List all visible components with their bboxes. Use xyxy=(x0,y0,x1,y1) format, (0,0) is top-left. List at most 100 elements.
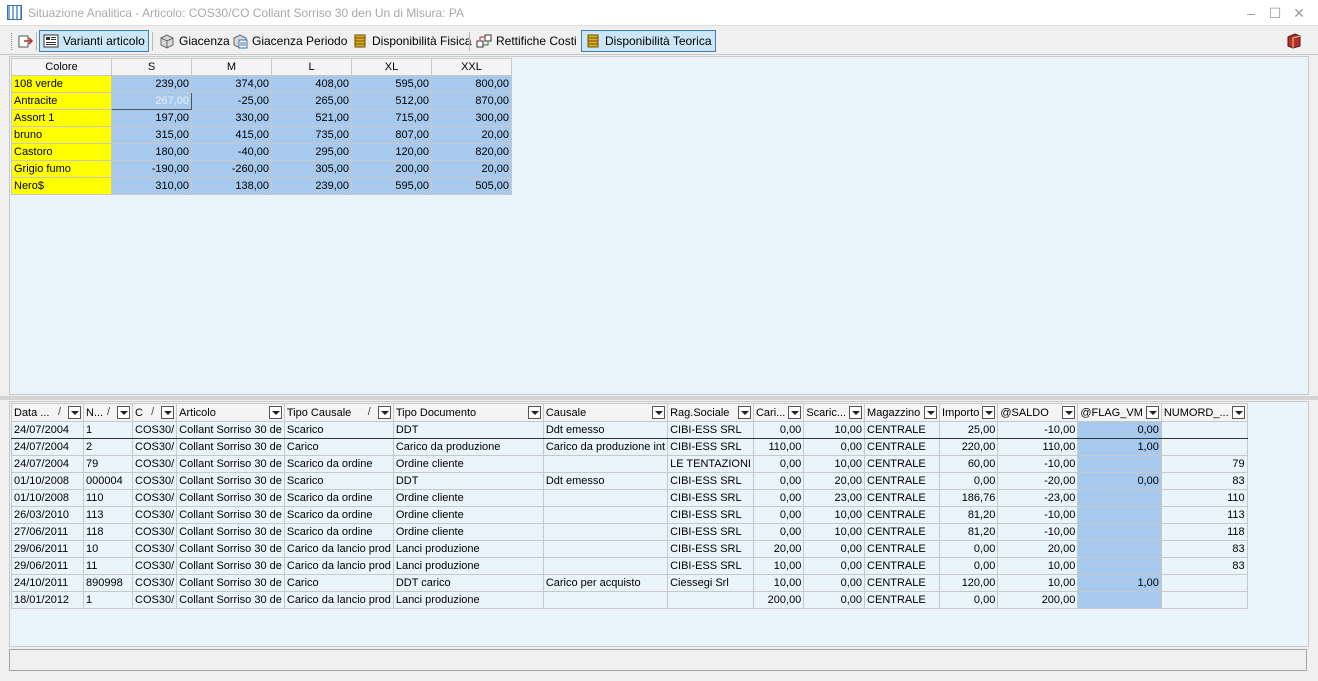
table-cell[interactable]: Collant Sorriso 30 de xyxy=(176,523,285,541)
pivot-value-cell[interactable]: 330,00 xyxy=(191,109,272,127)
table-cell[interactable]: Carico da produzione xyxy=(392,438,544,456)
filter-dropdown-icon[interactable] xyxy=(1231,406,1245,419)
table-cell[interactable] xyxy=(1077,523,1162,541)
table-cell[interactable]: CENTRALE xyxy=(864,574,941,592)
table-cell[interactable]: Scarico da ordine xyxy=(283,523,394,541)
pivot-header-m[interactable]: M xyxy=(191,58,272,76)
table-cell[interactable]: 11 xyxy=(83,557,133,575)
pivot-value-cell[interactable]: 239,00 xyxy=(271,177,352,195)
table-cell[interactable]: Lanci produzione xyxy=(392,591,544,609)
filter-dropdown-icon[interactable] xyxy=(652,406,666,419)
table-cell[interactable]: 0,00 xyxy=(752,455,805,473)
table-cell[interactable]: COS30/ xyxy=(131,557,178,575)
pivot-value-cell[interactable]: 715,00 xyxy=(351,109,432,127)
table-cell[interactable]: 118 xyxy=(1160,523,1248,541)
table-cell[interactable]: 10,00 xyxy=(803,455,866,473)
pivot-color-cell[interactable]: Nero$ xyxy=(11,177,112,195)
table-cell[interactable] xyxy=(542,455,669,473)
table-cell[interactable]: COS30/ xyxy=(131,523,178,541)
table-cell[interactable]: -10,00 xyxy=(997,523,1079,541)
table-cell[interactable]: Scarico da ordine xyxy=(283,489,394,507)
table-cell[interactable] xyxy=(1077,540,1162,558)
table-cell[interactable]: Ordine cliente xyxy=(392,489,544,507)
table-cell[interactable]: 1 xyxy=(83,591,133,609)
table-cell[interactable] xyxy=(542,540,669,558)
table-cell[interactable] xyxy=(542,489,669,507)
table-cell[interactable]: 10,00 xyxy=(752,557,805,575)
table-cell[interactable]: 10,00 xyxy=(803,506,866,524)
table-cell[interactable]: Lanci produzione xyxy=(392,540,544,558)
table-cell[interactable]: 0,00 xyxy=(1077,472,1162,490)
pivot-value-cell[interactable]: 415,00 xyxy=(191,126,272,144)
table-cell[interactable]: 113 xyxy=(1160,506,1248,524)
table-cell[interactable]: COS30/ xyxy=(131,438,178,456)
pivot-color-cell[interactable]: Grigio fumo xyxy=(11,160,112,178)
filter-dropdown-icon[interactable] xyxy=(268,406,282,419)
table-cell[interactable]: DDT xyxy=(392,472,544,490)
pivot-value-cell[interactable]: 870,00 xyxy=(431,92,512,110)
table-cell[interactable] xyxy=(1160,421,1248,439)
table-cell[interactable]: Ordine cliente xyxy=(392,455,544,473)
table-cell[interactable]: 60,00 xyxy=(939,455,999,473)
grid-column-header[interactable]: @SALDO xyxy=(997,403,1079,422)
table-cell[interactable]: 24/07/2004 xyxy=(11,421,84,439)
grid-column-header[interactable]: C / xyxy=(131,403,178,422)
table-cell[interactable]: 83 xyxy=(1160,472,1248,490)
table-cell[interactable]: Collant Sorriso 30 de xyxy=(176,455,285,473)
filter-dropdown-icon[interactable] xyxy=(161,406,175,419)
table-cell[interactable]: DDT carico xyxy=(392,574,544,592)
table-cell[interactable]: Carico da lancio prod xyxy=(283,540,394,558)
table-cell[interactable]: COS30/ xyxy=(131,455,178,473)
pivot-row[interactable]: Assort 1 197,00 330,00 521,00 715,00 300,00 xyxy=(11,109,512,127)
pivot-value-cell[interactable]: -260,00 xyxy=(191,160,272,178)
grid-column-header[interactable]: Causale xyxy=(542,403,669,422)
table-cell[interactable]: 0,00 xyxy=(803,540,866,558)
table-cell[interactable]: CIBI-ESS SRL xyxy=(667,523,754,541)
pivot-value-cell[interactable]: 595,00 xyxy=(351,75,432,93)
table-cell[interactable]: 01/10/2008 xyxy=(11,472,84,490)
table-cell[interactable]: 25,00 xyxy=(939,421,999,439)
table-cell[interactable]: CIBI-ESS SRL xyxy=(667,557,754,575)
table-cell[interactable]: 81,20 xyxy=(939,523,999,541)
table-cell[interactable]: Carico xyxy=(283,574,394,592)
table-cell[interactable]: CENTRALE xyxy=(864,506,941,524)
table-row[interactable]: 24/10/2011 890998 COS30/Collant Sorriso 30… xyxy=(11,574,1248,592)
table-cell[interactable]: 0,00 xyxy=(803,438,866,456)
pivot-value-cell[interactable]: 239,00 xyxy=(111,75,192,93)
table-cell[interactable]: CIBI-ESS SRL xyxy=(667,489,754,507)
table-cell[interactable]: COS30/ xyxy=(131,574,178,592)
table-cell[interactable] xyxy=(1077,506,1162,524)
table-cell[interactable]: CENTRALE xyxy=(864,438,941,456)
table-cell[interactable]: 10,00 xyxy=(997,574,1079,592)
filter-dropdown-icon[interactable] xyxy=(377,406,391,419)
table-cell[interactable]: -10,00 xyxy=(997,421,1079,439)
grid-column-header[interactable]: Magazzino xyxy=(864,403,941,422)
table-cell[interactable]: 0,00 xyxy=(939,591,999,609)
table-cell[interactable]: 0,00 xyxy=(803,557,866,575)
table-cell[interactable]: 79 xyxy=(83,455,133,473)
pivot-value-cell[interactable]: 138,00 xyxy=(191,177,272,195)
table-cell[interactable]: 20,00 xyxy=(803,472,866,490)
filter-dropdown-icon[interactable] xyxy=(982,406,996,419)
pivot-header-xxl[interactable]: XXL xyxy=(431,58,512,76)
pivot-row[interactable]: 108 verde 239,00 374,00 408,00 595,00 800,00 xyxy=(11,75,512,93)
table-cell[interactable]: 0,00 xyxy=(752,489,805,507)
table-cell[interactable]: 2 xyxy=(83,438,133,456)
table-cell[interactable]: 29/06/2011 xyxy=(11,557,84,575)
pivot-row[interactable]: bruno 315,00 415,00 735,00 807,00 20,00 xyxy=(11,126,512,144)
table-cell[interactable]: Ddt emesso xyxy=(542,472,669,490)
table-cell[interactable]: Carico da lancio prod xyxy=(283,591,394,609)
table-cell[interactable] xyxy=(1160,438,1248,456)
table-cell[interactable]: CIBI-ESS SRL xyxy=(667,438,754,456)
pivot-value-cell[interactable]: -190,00 xyxy=(111,160,192,178)
table-cell[interactable]: Carico da lancio prod xyxy=(283,557,394,575)
table-cell[interactable]: CENTRALE xyxy=(864,540,941,558)
table-cell[interactable]: 81,20 xyxy=(939,506,999,524)
table-cell[interactable]: CIBI-ESS SRL xyxy=(667,421,754,439)
table-cell[interactable] xyxy=(667,591,754,609)
pivot-value-cell[interactable]: 310,00 xyxy=(111,177,192,195)
table-cell[interactable]: 26/03/2010 xyxy=(11,506,84,524)
pivot-value-cell[interactable]: 374,00 xyxy=(191,75,272,93)
filter-dropdown-icon[interactable] xyxy=(117,406,130,419)
pivot-value-cell[interactable]: 20,00 xyxy=(431,160,512,178)
